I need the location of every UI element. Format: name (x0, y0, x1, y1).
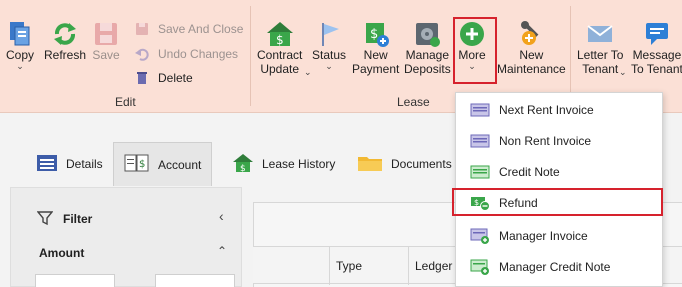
list-icon (36, 154, 58, 175)
message-line1: Message (632, 48, 682, 62)
tab-documents-label: Documents (391, 157, 452, 171)
column-ledger-label: Ledger (415, 259, 453, 273)
contract-update-button[interactable]: $ Contract Update (257, 20, 302, 76)
save-and-close-label: Save And Close (158, 22, 244, 36)
more-highlight-box (453, 17, 497, 84)
house-dollar-icon: $ (232, 153, 254, 176)
house-dollar-icon: $ (266, 20, 294, 48)
save-button[interactable]: Save (92, 20, 120, 62)
menu-item-non-rent-invoice[interactable]: Non Rent Invoice (456, 126, 662, 156)
safe-icon (413, 20, 441, 48)
new-maintenance-button[interactable]: New Maintenance (497, 20, 566, 76)
column-type-label: Type (336, 259, 363, 273)
message-line2: To Tenant (631, 62, 682, 76)
filter-panel: Filter ‹ Amount ⌃ (10, 187, 242, 287)
trash-icon (134, 70, 150, 86)
copy-button[interactable]: Copy ⌄ (6, 20, 35, 71)
invoice-add-icon (470, 228, 490, 244)
chat-icon (643, 20, 671, 48)
tab-lease-history-label: Lease History (262, 157, 336, 171)
svg-text:$: $ (370, 27, 378, 42)
save-close-icon (134, 21, 150, 37)
refund-highlight-box (452, 188, 663, 216)
undo-icon (134, 46, 150, 62)
chevron-down-icon: ⌄ (16, 61, 24, 71)
new-payment-button[interactable]: $ New Payment (352, 20, 399, 76)
status-button[interactable]: Status ⌄ (312, 20, 347, 71)
copy-icon (6, 20, 34, 48)
envelope-icon (586, 20, 614, 48)
group-divider (250, 6, 251, 106)
tab-details-label: Details (66, 157, 103, 171)
menu-item-next-rent-invoice[interactable]: Next Rent Invoice (456, 95, 662, 125)
contract-label-line2: Update (260, 62, 300, 76)
group-divider (570, 6, 571, 106)
manage-deposits-line2: Deposits (404, 62, 451, 76)
new-maintenance-line1: New (519, 48, 544, 62)
tab-lease-history[interactable]: $ Lease History (222, 144, 345, 184)
amount-max-field[interactable] (155, 274, 235, 287)
tab-account[interactable]: $ Account (113, 142, 213, 186)
chevron-down-icon: ⌄ (325, 61, 333, 71)
filter-icon (36, 210, 54, 229)
contract-label-line1: Contract (257, 48, 303, 62)
undo-changes-button[interactable]: Undo Changes (134, 44, 238, 64)
refresh-icon (51, 20, 79, 48)
menu-item-label: Non Rent Invoice (499, 134, 592, 148)
payment-icon: $ (362, 20, 390, 48)
status-label: Status (312, 48, 347, 62)
save-and-close-button[interactable]: Save And Close (134, 19, 243, 39)
collapse-panel-icon[interactable]: ‹ (219, 208, 224, 224)
message-to-tenant-button[interactable]: Message To Tenant (631, 20, 682, 76)
ledger-icon: $ (124, 153, 150, 176)
letter-line2: Tenant (582, 62, 619, 76)
letter-to-tenant-button[interactable]: Letter To Tenant (577, 20, 623, 76)
filter-title: Filter (63, 212, 93, 226)
chevron-down-icon: ⌄ (619, 67, 627, 77)
menu-item-label: Next Rent Invoice (499, 103, 594, 117)
menu-item-label: Manager Invoice (499, 229, 588, 243)
save-label: Save (92, 48, 120, 62)
chevron-up-icon[interactable]: ⌃ (217, 244, 227, 258)
edit-group-label: Edit (115, 95, 136, 109)
copy-label: Copy (6, 48, 35, 62)
new-maintenance-line2: Maintenance (497, 62, 566, 76)
column-header-type[interactable]: Type (329, 247, 408, 285)
invoice-icon (470, 102, 490, 118)
svg-text:$: $ (240, 164, 246, 173)
delete-button[interactable]: Delete (134, 68, 193, 88)
letter-line1: Letter To (577, 48, 624, 62)
refresh-button[interactable]: Refresh (44, 20, 86, 62)
svg-text:$: $ (139, 159, 145, 170)
save-icon (92, 20, 120, 48)
menu-item-label: Manager Credit Note (499, 260, 611, 274)
tab-details[interactable]: Details (26, 144, 113, 184)
svg-text:$: $ (276, 33, 284, 47)
tab-account-label: Account (158, 157, 202, 172)
folder-icon (357, 153, 383, 176)
amount-min-field[interactable] (35, 274, 115, 287)
tab-documents[interactable]: Documents (347, 144, 462, 184)
undo-changes-label: Undo Changes (158, 47, 239, 61)
new-payment-line1: New (363, 48, 388, 62)
credit-note-icon (470, 164, 490, 180)
menu-item-manager-credit-note[interactable]: Manager Credit Note (456, 252, 662, 282)
menu-item-manager-invoice[interactable]: Manager Invoice (456, 221, 662, 251)
credit-note-add-icon (470, 259, 490, 275)
lease-group-label: Lease (397, 95, 430, 109)
new-payment-line2: Payment (352, 62, 400, 76)
delete-label: Delete (158, 71, 193, 85)
chevron-down-icon: ⌄ (304, 67, 312, 77)
flag-icon (315, 20, 343, 48)
manage-deposits-line1: Manage (405, 48, 450, 62)
amount-label: Amount (39, 246, 85, 260)
menu-item-credit-note[interactable]: Credit Note (456, 157, 662, 187)
menu-item-label: Credit Note (499, 165, 560, 179)
maintenance-icon (517, 20, 545, 48)
invoice-icon (470, 133, 490, 149)
manage-deposits-button[interactable]: Manage Deposits (404, 20, 451, 76)
refresh-label: Refresh (44, 48, 87, 62)
